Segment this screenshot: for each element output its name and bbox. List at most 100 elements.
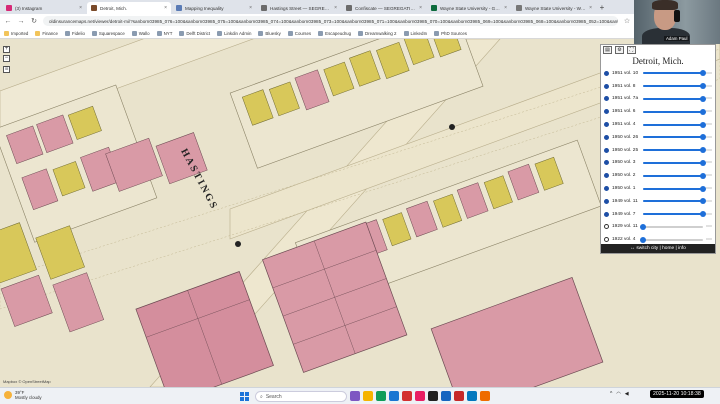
app-icon[interactable] [415,391,425,401]
weather-widget[interactable]: 39°F Mostly cloudy [4,390,42,400]
app-icon[interactable] [402,391,412,401]
volume-toggle[interactable] [604,134,609,140]
bookmark-item[interactable]: Dreamwalking 2 [358,30,397,36]
opacity-slider[interactable] [643,198,706,205]
bookmark-item[interactable]: Escapeudrug [318,30,351,36]
settings-icon[interactable]: ⚙ [615,46,624,54]
forward-icon[interactable]: → [17,18,25,25]
volume-toggle[interactable] [604,173,609,179]
back-icon[interactable]: ← [4,18,12,25]
bookmark-item[interactable]: Courses [287,30,311,36]
more-options-icon[interactable]: ⋯ [706,223,712,230]
opacity-slider[interactable] [643,147,706,154]
volume-toggle[interactable] [604,70,609,76]
volume-toggle[interactable] [604,96,609,102]
url-field[interactable]: oldinsurancemaps.net/viewer/detroit-mi/?… [43,16,618,26]
edge-icon[interactable] [389,391,399,401]
opacity-slider[interactable] [643,134,706,141]
opacity-slider[interactable] [643,121,706,128]
close-icon[interactable]: × [589,5,592,11]
opacity-slider[interactable] [640,223,703,230]
more-options-icon[interactable]: ⋯ [706,236,712,243]
volume-toggle[interactable] [604,211,609,217]
app-icon[interactable] [428,391,438,401]
star-icon[interactable]: ☆ [623,17,631,25]
app-icon[interactable] [350,391,360,401]
more-options-icon[interactable]: ⋯ [706,198,712,205]
bookmark-item[interactable]: LinkedIn [403,30,427,36]
close-icon[interactable]: × [249,5,252,11]
more-options-icon[interactable]: ⋯ [706,211,712,218]
close-icon[interactable]: × [164,5,167,11]
opacity-slider[interactable] [643,172,706,179]
more-options-icon[interactable]: ⋯ [706,134,712,141]
volume-toggle[interactable] [604,186,609,192]
browser-tab[interactable]: Hastings Street — SEGREGATI...× [257,2,341,14]
bookmark-item[interactable]: Delft District [179,30,210,36]
bookmark-item[interactable]: Finance [35,30,58,36]
volume-toggle[interactable] [604,109,609,115]
browser-tab[interactable]: Confiscate — SEGREGATION IN× [342,2,426,14]
more-options-icon[interactable]: ⋯ [706,147,712,154]
panel-footer-links[interactable]: ↔ switch city | home | info [601,244,715,253]
opacity-slider[interactable] [643,95,706,102]
zoom-in-button[interactable]: + [3,46,10,53]
browser-tab[interactable]: Wayne State University - Wikip × [512,2,596,14]
new-tab-button[interactable]: + [597,2,607,14]
volume-toggle[interactable] [604,83,609,89]
volume-toggle[interactable] [604,147,609,153]
app-icon[interactable] [480,391,490,401]
bookmark-item[interactable]: Imported [4,30,28,36]
opacity-slider[interactable] [643,185,706,192]
chevron-up-icon[interactable]: ^ [610,391,612,397]
word-icon[interactable] [441,391,451,401]
more-options-icon[interactable]: ⋯ [706,185,712,192]
opacity-slider[interactable] [640,236,703,243]
bookmark-item[interactable]: Fidelio [64,30,85,36]
more-options-icon[interactable]: ⋯ [706,70,712,77]
app-icon[interactable] [467,391,477,401]
browser-tab[interactable]: Mapping Inequality × [172,2,256,14]
bookmark-item[interactable]: Linkdin Admin [217,30,251,36]
opacity-slider[interactable] [643,159,706,166]
more-options-icon[interactable]: ⋯ [706,121,712,128]
volume-toggle[interactable] [604,122,609,128]
bookmark-item[interactable]: Squarespace [91,30,125,36]
opacity-slider[interactable] [643,108,706,115]
opacity-slider[interactable] [643,70,706,77]
more-options-icon[interactable]: ⋯ [706,95,712,102]
bookmark-item[interactable]: NYT [156,30,172,36]
more-options-icon[interactable]: ⋯ [706,108,712,115]
close-icon[interactable]: × [334,5,337,11]
close-icon[interactable]: × [79,5,82,11]
browser-tab[interactable]: Wayne State University - Goog × [427,2,511,14]
fullscreen-icon[interactable]: ⛶ [627,46,636,54]
reload-icon[interactable]: ↻ [30,17,38,25]
zoom-out-button[interactable]: − [3,55,10,62]
layers-icon[interactable]: ≡ [3,66,10,73]
start-button[interactable] [240,392,249,401]
bookmark-item[interactable]: Bluesky [258,30,281,36]
more-options-icon[interactable]: ⋯ [706,172,712,179]
bookmark-item[interactable]: Wallo [131,30,150,36]
wifi-icon[interactable]: ◠ [616,391,620,397]
close-icon[interactable]: × [504,5,507,11]
bookmark-item[interactable]: PhD Sources [434,30,467,36]
opacity-slider[interactable] [643,211,706,218]
opacity-slider[interactable] [643,83,706,90]
taskbar-search[interactable]: ⌕ Search [255,391,347,402]
more-options-icon[interactable]: ⋯ [706,83,712,90]
browser-tab[interactable]: Detroit, Mich. × [87,2,171,14]
volume-toggle[interactable] [604,160,609,166]
close-icon[interactable]: × [419,5,422,11]
file-explorer-icon[interactable] [363,391,373,401]
volume-toggle[interactable] [604,198,609,204]
clock[interactable]: 2025-11-20 10:18:38 [650,390,704,398]
volume-icon[interactable]: ◀ [625,391,629,397]
acrobat-icon[interactable] [454,391,464,401]
chrome-icon[interactable] [376,391,386,401]
layers-toggle-icon[interactable]: ▤ [603,46,612,54]
volume-toggle[interactable] [604,237,609,243]
browser-tab[interactable]: (3) Instagram × [2,2,86,14]
more-options-icon[interactable]: ⋯ [706,159,712,166]
